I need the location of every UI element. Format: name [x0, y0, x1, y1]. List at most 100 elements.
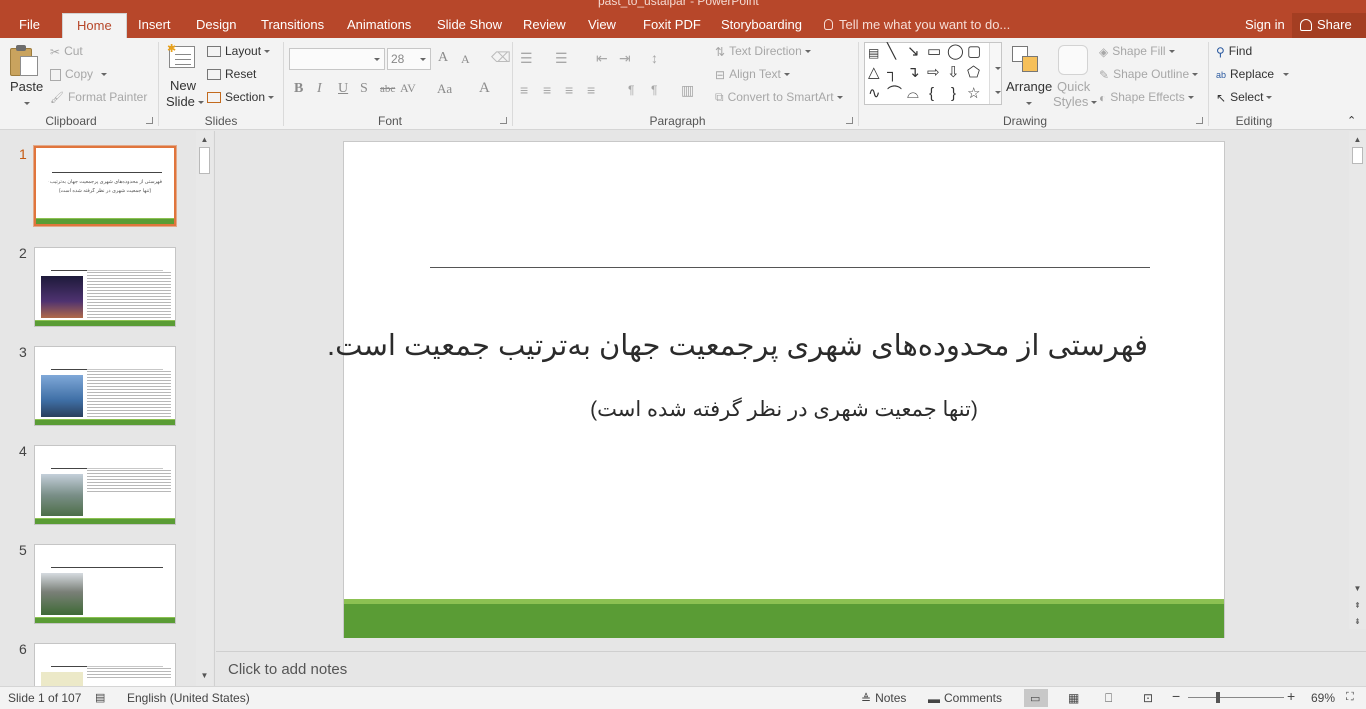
paste-icon[interactable]: [10, 44, 40, 76]
bold-button[interactable]: B: [294, 81, 303, 97]
tab-slide-show[interactable]: Slide Show: [437, 13, 502, 38]
numbering-icon[interactable]: ☰: [555, 50, 568, 67]
slide-thumbnail-3[interactable]: [34, 346, 176, 426]
justify-icon[interactable]: ≡: [587, 82, 595, 98]
rtl-icon[interactable]: ¶: [651, 83, 657, 97]
font-size-box[interactable]: 28: [387, 48, 431, 70]
align-center-icon[interactable]: ≡: [543, 82, 551, 98]
shrink-font-button[interactable]: A: [461, 52, 470, 67]
share-button[interactable]: Share: [1292, 13, 1366, 38]
reset-button[interactable]: Reset: [207, 67, 256, 81]
clipboard-launcher-icon[interactable]: [146, 117, 153, 124]
drawing-launcher-icon[interactable]: [1196, 117, 1203, 124]
tab-insert[interactable]: Insert: [138, 13, 171, 38]
underline-button[interactable]: U: [338, 81, 348, 97]
select-button[interactable]: ↖ Select: [1216, 90, 1273, 105]
find-button[interactable]: ⚲ Find: [1216, 44, 1252, 59]
collapse-ribbon-icon[interactable]: ⌃: [1347, 114, 1356, 127]
font-color-button[interactable]: A: [479, 80, 490, 97]
notes-pane[interactable]: Click to add notes: [216, 651, 1366, 686]
bullets-icon[interactable]: ☰: [520, 50, 533, 67]
thumbnail-scrollbar[interactable]: ▲ ▼: [196, 131, 213, 686]
elbow-arrow-icon[interactable]: ↴: [907, 65, 920, 81]
right-arrow-shape-icon[interactable]: ⇨: [927, 65, 940, 81]
arrange-button[interactable]: Arrange: [1006, 79, 1052, 94]
slide-thumbnail-5[interactable]: [34, 544, 176, 624]
pentagon-shape-icon[interactable]: ⬠: [967, 65, 980, 81]
ltr-icon[interactable]: ¶: [628, 83, 634, 97]
convert-smartart-button[interactable]: ⧉ Convert to SmartArt: [715, 90, 843, 105]
tab-transitions[interactable]: Transitions: [261, 13, 324, 38]
decrease-indent-icon[interactable]: ⇤: [596, 50, 608, 67]
paste-dropdown[interactable]: [21, 96, 30, 110]
quick-styles-label-1[interactable]: Quick: [1057, 79, 1090, 94]
tab-storyboarding[interactable]: Storyboarding: [721, 13, 802, 38]
strikethrough-button[interactable]: abc: [380, 83, 395, 95]
tab-view[interactable]: View: [588, 13, 616, 38]
layout-button[interactable]: Layout: [207, 44, 271, 58]
align-left-icon[interactable]: ≡: [520, 82, 528, 98]
oval-shape-icon[interactable]: ◯: [947, 44, 964, 60]
scroll-up-icon[interactable]: ▲: [1350, 133, 1365, 147]
tell-me-box[interactable]: Tell me what you want to do...: [824, 13, 1010, 38]
arc-shape-icon[interactable]: ⌒: [887, 86, 902, 102]
zoom-slider[interactable]: [1188, 697, 1284, 698]
slide-thumbnail-2[interactable]: [34, 247, 176, 327]
gallery-scroll[interactable]: [989, 43, 1001, 104]
shape-fill-button[interactable]: ◈ Shape Fill: [1099, 44, 1175, 59]
new-slide-label-1[interactable]: New: [170, 78, 196, 93]
normal-view-button[interactable]: ▭: [1024, 689, 1048, 707]
notes-placeholder[interactable]: Click to add notes: [228, 661, 347, 678]
tab-home[interactable]: Home: [62, 13, 127, 38]
freeform-shape-icon[interactable]: ⌓: [907, 86, 919, 102]
slide-canvas[interactable]: فهرستی از محدوده‌های شهری پرجمعیت جهان ب…: [327, 141, 1225, 638]
slide-thumbnail-1[interactable]: فهرستی از محدوده‌های شهری پرجمعیت جهان ب…: [33, 145, 177, 227]
shadow-button[interactable]: S: [360, 81, 368, 97]
star-shape-icon[interactable]: ☆: [967, 86, 980, 102]
italic-button[interactable]: I: [317, 81, 322, 97]
sign-in-link[interactable]: Sign in: [1245, 13, 1285, 37]
tab-review[interactable]: Review: [523, 13, 566, 38]
shape-outline-button[interactable]: ✎ Shape Outline: [1099, 67, 1199, 82]
slide-subtitle[interactable]: (تنها جمعیت شهری در نظر گرفته شده است): [344, 397, 1224, 422]
rounded-rect-shape-icon[interactable]: ▢: [967, 44, 981, 60]
tab-file[interactable]: File: [19, 13, 40, 38]
paragraph-launcher-icon[interactable]: [846, 117, 853, 124]
character-spacing-button[interactable]: AV: [400, 81, 416, 96]
new-slide-button[interactable]: Slide: [166, 94, 204, 109]
grow-font-button[interactable]: A: [438, 50, 448, 66]
line-spacing-icon[interactable]: ↕: [651, 50, 658, 66]
align-right-icon[interactable]: ≡: [565, 82, 573, 98]
next-slide-icon[interactable]: ⇟: [1350, 615, 1365, 629]
paste-button[interactable]: Paste: [10, 79, 43, 94]
slide-sorter-button[interactable]: ▦: [1062, 689, 1086, 707]
copy-button[interactable]: Copy: [50, 67, 108, 81]
notes-toggle[interactable]: ≜ Notes: [861, 691, 906, 706]
slide-thumbnail-4[interactable]: [34, 445, 176, 525]
section-button[interactable]: Section: [207, 90, 275, 104]
line-shape-icon[interactable]: ╲: [887, 44, 896, 60]
scroll-thumb[interactable]: [199, 147, 210, 174]
down-arrow-shape-icon[interactable]: ⇩: [947, 65, 960, 81]
new-slide-icon[interactable]: ✱: [167, 43, 197, 72]
reading-view-button[interactable]: ⎕: [1099, 689, 1123, 707]
replace-button[interactable]: ab Replace: [1216, 67, 1290, 81]
zoom-slider-knob[interactable]: [1216, 692, 1220, 703]
comments-toggle[interactable]: ▬ Comments: [928, 691, 1002, 706]
slide-scrollbar[interactable]: ▲ ▼ ⇞ ⇟: [1349, 131, 1366, 629]
increase-indent-icon[interactable]: ⇥: [619, 50, 631, 67]
font-launcher-icon[interactable]: [500, 117, 507, 124]
tab-design[interactable]: Design: [196, 13, 236, 38]
language-indicator[interactable]: English (United States): [127, 691, 250, 705]
cut-button[interactable]: ✂ Cut: [50, 44, 83, 59]
scroll-down-icon[interactable]: ▼: [1350, 582, 1365, 596]
shape-effects-button[interactable]: ◐ Shape Effects: [1099, 90, 1194, 105]
shapes-gallery[interactable]: ▤ ╲ ↘ ▭ ◯ ▢ △ ┐ ↴ ⇨ ⇩ ⬠ ∿ ⌒ ⌓ { } ☆: [864, 42, 1002, 105]
curve-shape-icon[interactable]: ∿: [868, 86, 881, 102]
arrange-icon[interactable]: [1012, 46, 1040, 74]
slide-show-button[interactable]: ⊡: [1137, 689, 1161, 707]
align-text-button[interactable]: ⊟ Align Text: [715, 67, 790, 82]
triangle-shape-icon[interactable]: △: [868, 65, 880, 81]
textbox-shape-icon[interactable]: ▤: [868, 45, 879, 61]
slide-thumbnail-6[interactable]: [34, 643, 176, 687]
